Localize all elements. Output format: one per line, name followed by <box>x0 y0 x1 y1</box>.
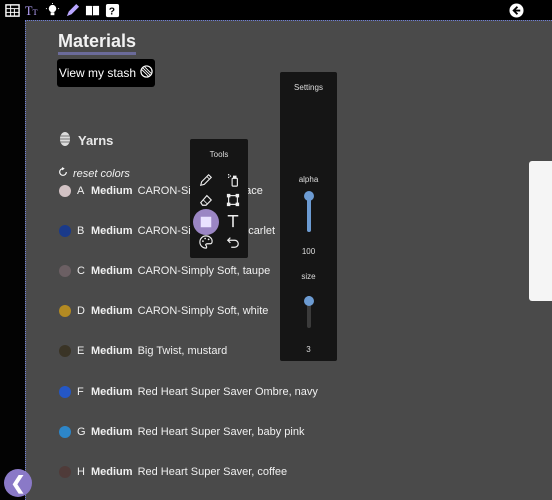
yarn-weight: Medium <box>91 265 133 277</box>
tools-title: Tools <box>209 150 229 159</box>
book-icon[interactable] <box>84 2 100 18</box>
settings-title: Settings <box>294 83 323 92</box>
yarn-letter: D <box>77 305 85 317</box>
square-tool-icon[interactable] <box>193 209 219 235</box>
yarn-skein-icon <box>58 131 72 150</box>
reset-icon <box>58 167 68 180</box>
view-stash-button[interactable]: View my stash <box>57 59 155 87</box>
alpha-slider-knob[interactable] <box>304 191 314 201</box>
palette-icon[interactable] <box>197 233 215 251</box>
yarn-name: Red Heart Super Saver, coffee <box>137 466 288 478</box>
spray-bottle-icon[interactable] <box>224 171 242 189</box>
yarn-color-swatch[interactable] <box>59 466 71 478</box>
yarn-name: CARON-Simply Soft, taupe <box>137 265 271 277</box>
svg-text:?: ? <box>108 6 114 17</box>
yarn-letter: A <box>77 185 85 197</box>
chevron-left-icon: ❮ <box>10 472 26 493</box>
yarn-name: Red Heart Super Saver Ombre, navy <box>137 386 318 398</box>
yarn-name: Red Heart Super Saver, baby pink <box>137 426 305 438</box>
yarn-letter: G <box>77 426 86 438</box>
tools-panel: Tools <box>190 139 248 258</box>
yarn-color-swatch[interactable] <box>59 225 71 237</box>
yarn-color-swatch[interactable] <box>59 426 71 438</box>
alpha-label: alpha <box>298 175 319 184</box>
yarn-weight: Medium <box>91 225 133 237</box>
yarn-ball-icon <box>140 65 153 81</box>
help-icon[interactable]: ? <box>104 2 120 18</box>
size-label: size <box>301 272 316 281</box>
yarn-row: E Medium Big Twist, mustard <box>59 345 227 357</box>
collapse-sidebar-button[interactable]: ❮ <box>4 469 32 497</box>
pen-icon[interactable] <box>64 2 80 18</box>
alpha-slider-fill <box>307 196 311 232</box>
yarn-weight: Medium <box>91 426 133 438</box>
size-value: 3 <box>306 345 311 354</box>
pen-tool-icon[interactable] <box>197 171 215 189</box>
settings-panel: Settings alpha 100 size 3 <box>280 72 337 361</box>
text-icon[interactable] <box>224 212 242 230</box>
yarn-color-swatch[interactable] <box>59 305 71 317</box>
yarn-letter: F <box>77 386 84 398</box>
undo-icon[interactable] <box>224 233 242 251</box>
yarn-row: C Medium CARON-Simply Soft, taupe <box>59 265 270 277</box>
text-tool-icon[interactable]: TT <box>24 2 40 18</box>
yarn-letter: C <box>77 265 85 277</box>
view-stash-label: View my stash <box>58 66 137 80</box>
yarn-row: H Medium Red Heart Super Saver, coffee <box>59 466 287 478</box>
yarn-row: F Medium Red Heart Super Saver Ombre, navy <box>59 386 318 398</box>
yarn-weight: Medium <box>91 386 133 398</box>
yarn-color-swatch[interactable] <box>59 185 71 197</box>
select-box-icon[interactable] <box>224 191 242 209</box>
yarn-letter: B <box>77 225 85 237</box>
yarns-heading: Yarns <box>58 131 113 150</box>
yarn-name: CARON-Simply Soft, white <box>137 305 269 317</box>
page-title: Materials <box>58 31 137 55</box>
yarn-row: G Medium Red Heart Super Saver, baby pink <box>59 426 305 438</box>
reset-colors-label: reset colors <box>73 167 130 180</box>
reset-colors-link[interactable]: reset colors <box>58 167 130 180</box>
yarn-name: Big Twist, mustard <box>137 345 228 357</box>
yarn-letter: E <box>77 345 85 357</box>
eraser-icon[interactable] <box>197 191 215 209</box>
size-slider-knob[interactable] <box>304 296 314 306</box>
yarn-letter: H <box>77 466 85 478</box>
knitting-chart-icon[interactable] <box>4 2 20 18</box>
side-card <box>529 161 552 301</box>
yarn-color-swatch[interactable] <box>59 386 71 398</box>
lightbulb-icon[interactable] <box>44 2 60 18</box>
back-arrow-icon[interactable] <box>508 2 524 18</box>
yarn-weight: Medium <box>91 345 133 357</box>
yarn-weight: Medium <box>91 305 133 317</box>
yarns-heading-label: Yarns <box>78 133 114 148</box>
svg-text:T: T <box>32 7 37 17</box>
yarn-weight: Medium <box>91 466 133 478</box>
yarn-color-swatch[interactable] <box>59 345 71 357</box>
yarn-color-swatch[interactable] <box>59 265 71 277</box>
top-toolbar: TT ? <box>0 0 552 20</box>
yarn-weight: Medium <box>91 185 133 197</box>
alpha-value: 100 <box>301 247 316 256</box>
alpha-slider-track[interactable] <box>307 196 311 232</box>
yarn-row: D Medium CARON-Simply Soft, white <box>59 305 268 317</box>
